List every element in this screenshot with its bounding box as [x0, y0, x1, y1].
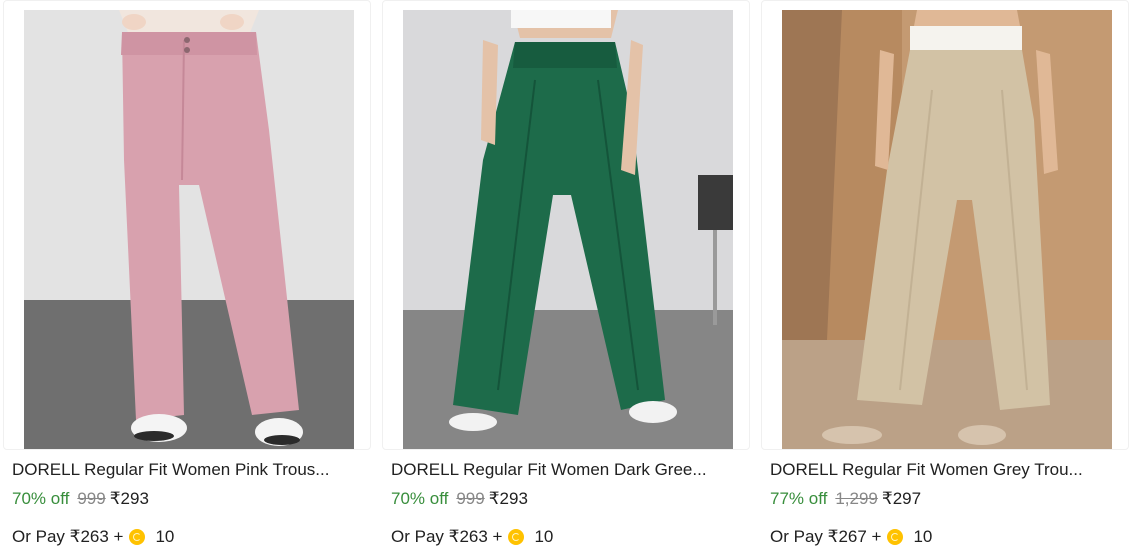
selling-price: ₹293 [109, 489, 149, 508]
price-row: 70% off 999 ₹293 [391, 488, 528, 510]
selling-price: ₹297 [881, 489, 922, 508]
original-price: 1,299 [835, 489, 878, 508]
coin-pay-row: Or Pay ₹263 + 10 [391, 526, 553, 548]
discount-label: 70% off [391, 489, 449, 508]
discount-label: 70% off [12, 489, 70, 508]
coin-pay-row: Or Pay ₹267 + 10 [770, 526, 932, 548]
supercoin-icon [887, 529, 904, 545]
pink-trousers-image[interactable] [24, 10, 354, 450]
product-title[interactable]: DORELL Regular Fit Women Pink Trous... [12, 459, 372, 481]
pay-with-coins-text: Or Pay ₹263 + [12, 527, 124, 546]
product-image-frame[interactable] [761, 0, 1129, 450]
green-trousers-image[interactable] [403, 10, 733, 450]
price-row: 70% off 999 ₹293 [12, 488, 149, 510]
pay-with-coins-text: Or Pay ₹267 + [770, 527, 882, 546]
product-image-frame[interactable] [3, 0, 371, 450]
beige-trousers-image[interactable] [782, 10, 1112, 450]
supercoin-icon [508, 529, 525, 545]
coin-count: 10 [913, 527, 933, 546]
product-card[interactable]: DORELL Regular Fit Women Dark Gree... 70… [382, 0, 754, 556]
product-grid: DORELL Regular Fit Women Pink Trous... 7… [0, 0, 1130, 556]
product-title[interactable]: DORELL Regular Fit Women Grey Trou... [770, 459, 1130, 481]
coin-count: 10 [155, 527, 175, 546]
coin-pay-row: Or Pay ₹263 + 10 [12, 526, 174, 548]
price-row: 77% off 1,299 ₹297 [770, 488, 921, 510]
product-card[interactable]: DORELL Regular Fit Women Grey Trou... 77… [761, 0, 1130, 556]
coin-count: 10 [534, 527, 554, 546]
selling-price: ₹293 [488, 489, 528, 508]
supercoin-icon [129, 529, 146, 545]
product-image-frame[interactable] [382, 0, 750, 450]
original-price: 999 [456, 489, 485, 508]
discount-label: 77% off [770, 489, 828, 508]
original-price: 999 [77, 489, 106, 508]
pay-with-coins-text: Or Pay ₹263 + [391, 527, 503, 546]
product-card[interactable]: DORELL Regular Fit Women Pink Trous... 7… [3, 0, 375, 556]
product-title[interactable]: DORELL Regular Fit Women Dark Gree... [391, 459, 751, 481]
